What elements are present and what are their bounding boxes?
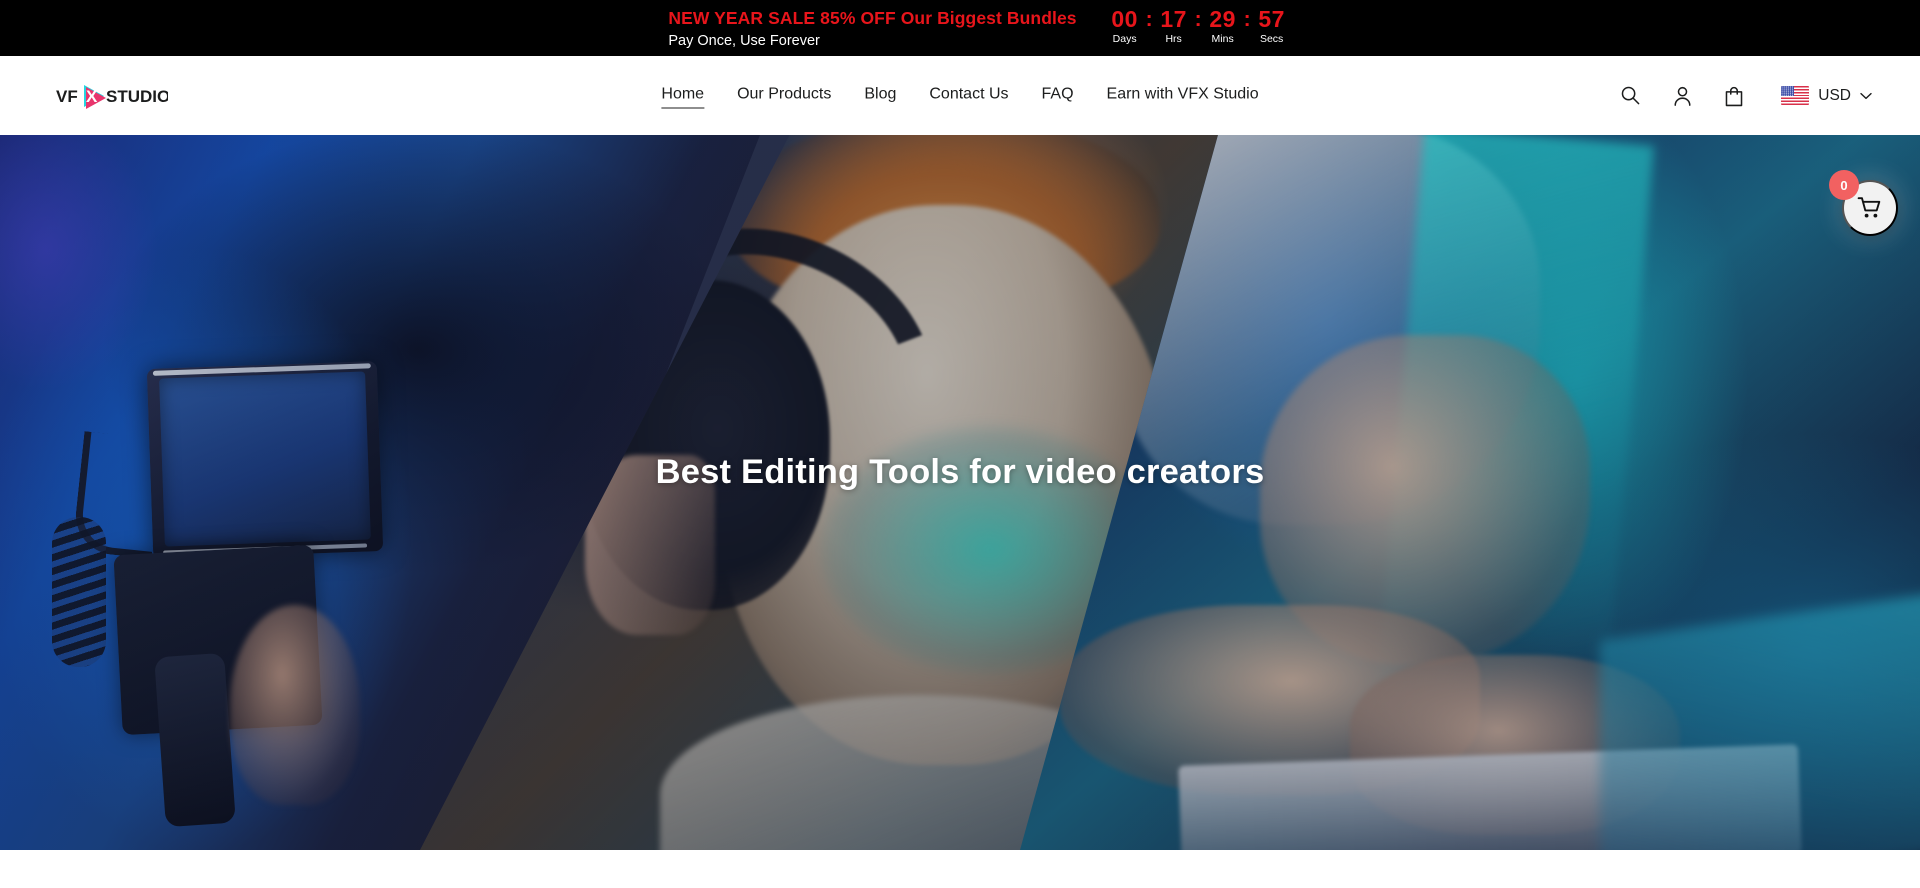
countdown-hours-value: 17 — [1160, 6, 1187, 32]
countdown-minutes-label: Mins — [1211, 33, 1234, 45]
account-button[interactable] — [1669, 83, 1695, 109]
account-icon — [1674, 86, 1691, 106]
search-icon — [1621, 86, 1640, 105]
shopping-bag-icon — [1725, 86, 1743, 106]
countdown-unit-days: 00 Days — [1105, 7, 1145, 46]
nav-item-earn-with-vfx-studio[interactable]: Earn with VFX Studio — [1107, 84, 1259, 108]
vfx-studio-logo-icon: VF X STUDIO — [56, 84, 168, 109]
search-button[interactable] — [1617, 83, 1643, 109]
nav-item-blog[interactable]: Blog — [864, 84, 896, 108]
currency-code: USD — [1818, 86, 1851, 104]
svg-text:VF: VF — [56, 87, 78, 106]
countdown-seconds-value: 57 — [1258, 6, 1285, 32]
countdown-days-label: Days — [1112, 33, 1137, 45]
countdown-minutes-value: 29 — [1209, 6, 1236, 32]
chevron-down-icon — [1860, 92, 1872, 99]
cart-button[interactable] — [1721, 83, 1747, 109]
countdown-unit-hours: 17 Hrs — [1154, 7, 1194, 46]
cart-count-badge: 0 — [1829, 170, 1859, 200]
site-logo[interactable]: VF X STUDIO — [56, 81, 168, 111]
currency-selector[interactable]: USD — [1781, 86, 1872, 106]
announcement-subtext: Pay Once, Use Forever — [668, 33, 820, 49]
us-flag-icon — [1781, 86, 1810, 105]
countdown-separator: : — [1243, 8, 1251, 31]
site-header: VF X STUDIO Home Our Products Blog Conta… — [0, 56, 1920, 135]
main-navigation: Home Our Products Blog Contact Us FAQ Ea… — [661, 83, 1259, 108]
countdown-days-value: 00 — [1111, 6, 1138, 32]
countdown-separator: : — [1194, 8, 1202, 31]
nav-item-contact-us[interactable]: Contact Us — [929, 84, 1008, 108]
svg-text:STUDIO: STUDIO — [106, 87, 168, 106]
announcement-text-block: NEW YEAR SALE 85% OFF Our Biggest Bundle… — [668, 5, 1076, 51]
nav-item-our-products[interactable]: Our Products — [737, 84, 831, 108]
floating-cart-widget: 0 — [1829, 170, 1898, 236]
countdown-unit-seconds: 57 Secs — [1252, 7, 1292, 46]
header-actions: USD — [1617, 83, 1872, 109]
countdown-unit-minutes: 29 Mins — [1203, 7, 1243, 46]
nav-item-home[interactable]: Home — [661, 83, 705, 108]
hero-banner: Best Editing Tools for video creators 0 — [0, 135, 1920, 850]
countdown-timer: 00 Days : 17 Hrs : 29 Mins : 57 Secs — [1105, 5, 1292, 46]
announcement-headline: NEW YEAR SALE 85% OFF Our Biggest Bundle… — [668, 8, 1077, 28]
page-content-below-hero — [0, 850, 1920, 888]
countdown-hours-label: Hrs — [1165, 33, 1182, 45]
svg-text:X: X — [86, 87, 98, 106]
countdown-seconds-label: Secs — [1259, 33, 1284, 45]
shopping-cart-icon — [1857, 197, 1881, 218]
countdown-separator: : — [1145, 8, 1153, 31]
announcement-bar: NEW YEAR SALE 85% OFF Our Biggest Bundle… — [0, 0, 1920, 56]
nav-item-faq[interactable]: FAQ — [1042, 84, 1074, 108]
hero-headline: Best Editing Tools for video creators — [655, 453, 1265, 491]
